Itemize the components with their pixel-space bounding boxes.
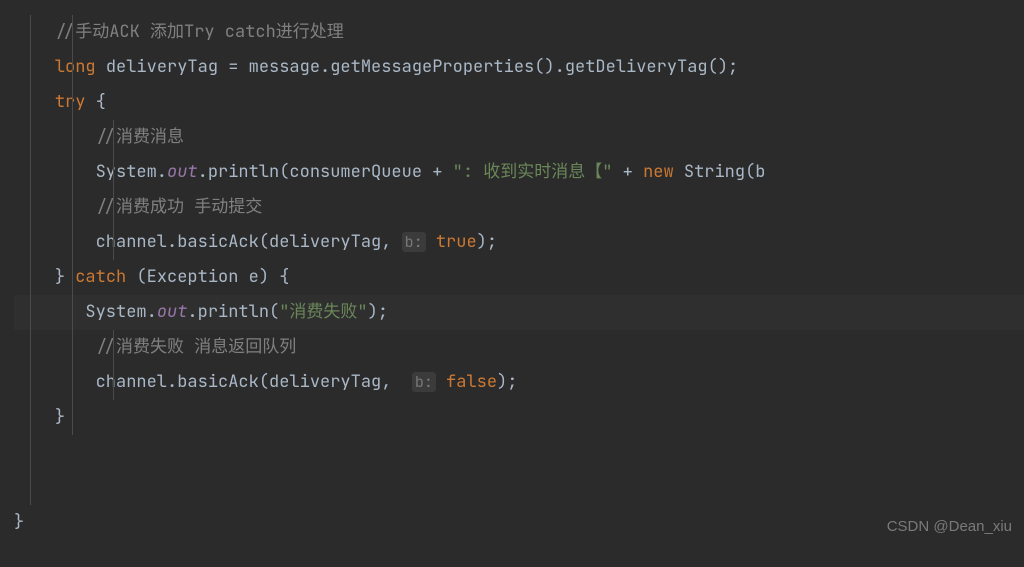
comment: //消费消息 [96, 126, 184, 148]
code-line: //消费失败 消息返回队列 [14, 330, 1024, 365]
comment: //消费失败 消息返回队列 [96, 336, 297, 358]
code-line: channel.basicAck(deliveryTag, b: false); [14, 365, 1024, 400]
code-line [14, 470, 1024, 505]
code-line: long deliveryTag = message.getMessagePro… [14, 50, 1024, 85]
code-line: } [14, 400, 1024, 435]
code-editor[interactable]: //手动ACK 添加Try catch进行处理 long deliveryTag… [14, 15, 1024, 540]
code-line: //消费成功 手动提交 [14, 190, 1024, 225]
code-line: } [14, 505, 1024, 540]
code-line: //消费消息 [14, 120, 1024, 155]
comment: //消费成功 手动提交 [96, 196, 263, 218]
code-line: System.out.println(consumerQueue + ": 收到… [14, 155, 1024, 190]
code-line: try { [14, 85, 1024, 120]
param-hint: b: [402, 232, 426, 252]
code-line-active: System.out.println("消费失败"); [14, 295, 1024, 330]
code-line [14, 435, 1024, 470]
code-line: channel.basicAck(deliveryTag, b: true); [14, 225, 1024, 260]
code-line: //手动ACK 添加Try catch进行处理 [14, 15, 1024, 50]
param-hint: b: [412, 372, 436, 392]
comment: //手动ACK 添加Try catch进行处理 [55, 21, 344, 43]
watermark: CSDN @Dean_xiu [887, 509, 1012, 544]
code-line: } catch (Exception e) { [14, 260, 1024, 295]
